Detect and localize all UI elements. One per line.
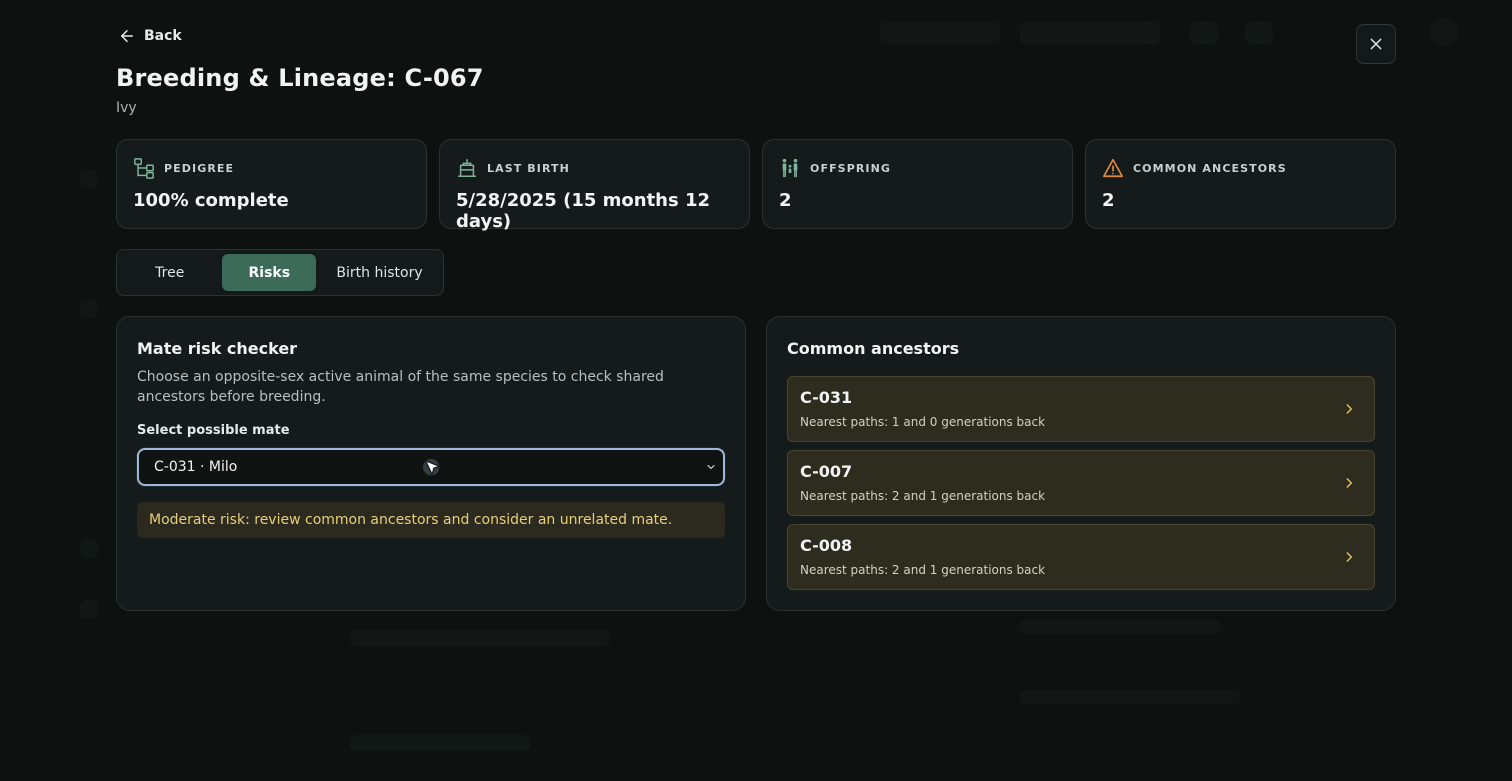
mate-select-value: C-031 · Milo xyxy=(154,459,238,475)
tab-bar: Tree Risks Birth history xyxy=(116,249,444,296)
stat-label: COMMON ANCESTORS xyxy=(1133,161,1287,175)
mate-select-label: Select possible mate xyxy=(137,423,290,438)
stat-label: OFFSPRING xyxy=(810,161,892,175)
mouse-pointer-icon xyxy=(422,458,441,476)
panel-title: Mate risk checker xyxy=(137,339,298,358)
ancestor-id: C-031 xyxy=(800,388,853,407)
back-button[interactable]: Back xyxy=(118,26,182,46)
ancestor-path: Nearest paths: 2 and 1 generations back xyxy=(800,563,1046,577)
arrow-left-icon xyxy=(121,30,133,42)
stat-label: LAST BIRTH xyxy=(487,161,570,175)
chevron-down-icon xyxy=(707,465,715,469)
ancestor-item[interactable]: C-007 Nearest paths: 2 and 1 generations… xyxy=(787,450,1375,516)
stat-card-offspring: OFFSPRING 2 xyxy=(762,139,1073,229)
ancestor-item[interactable]: C-008 Nearest paths: 2 and 1 generations… xyxy=(787,524,1375,590)
breeding-lineage-modal: Back Breeding & Lineage: C-067 Ivy PEDIG… xyxy=(0,0,1512,781)
cake-icon xyxy=(458,159,476,177)
ancestor-item[interactable]: C-031 Nearest paths: 1 and 0 generations… xyxy=(787,376,1375,442)
tab-birth-history[interactable]: Birth history xyxy=(320,254,439,291)
stat-card-common-ancestors: COMMON ANCESTORS 2 xyxy=(1085,139,1396,229)
page-title: Breeding & Lineage: C-067 xyxy=(116,64,484,92)
warning-icon xyxy=(1103,158,1123,178)
stat-value: 100% complete xyxy=(133,190,289,211)
animal-name: Ivy xyxy=(116,100,137,116)
risk-warning-message: Moderate risk: review common ancestors a… xyxy=(137,502,725,538)
ancestor-path: Nearest paths: 1 and 0 generations back xyxy=(800,415,1046,429)
close-icon xyxy=(1370,38,1382,50)
stat-card-last-birth: LAST BIRTH 5/28/2025 (15 months 12 days) xyxy=(439,139,750,232)
tab-risks[interactable]: Risks xyxy=(222,254,317,291)
panel-description: Choose an opposite-sex active animal of … xyxy=(137,369,664,405)
chevron-right-icon xyxy=(1346,552,1353,562)
ancestor-id: C-008 xyxy=(800,536,853,555)
chevron-right-icon xyxy=(1346,478,1353,488)
common-ancestors-panel: Common ancestors C-031 Nearest paths: 1 … xyxy=(766,316,1396,611)
tab-tree[interactable]: Tree xyxy=(121,254,218,291)
stats-row: PEDIGREE 100% complete LAST BIRTH 5/28/2… xyxy=(116,139,1396,232)
stat-value: 2 xyxy=(1102,190,1115,211)
stat-card-pedigree: PEDIGREE 100% complete xyxy=(116,139,427,229)
back-label: Back xyxy=(144,28,182,44)
chevron-right-icon xyxy=(1346,404,1353,414)
ancestor-list: C-031 Nearest paths: 1 and 0 generations… xyxy=(787,376,1375,590)
stat-label: PEDIGREE xyxy=(164,161,235,175)
ancestor-path: Nearest paths: 2 and 1 generations back xyxy=(800,489,1046,503)
stat-value: 2 xyxy=(779,190,792,211)
close-button[interactable] xyxy=(1356,24,1396,64)
family-icon xyxy=(782,158,798,178)
ancestor-id: C-007 xyxy=(800,462,853,481)
stat-value: 5/28/2025 (15 months 12 days) xyxy=(456,190,711,232)
pedigree-icon xyxy=(134,158,154,179)
panel-title: Common ancestors xyxy=(787,339,960,358)
